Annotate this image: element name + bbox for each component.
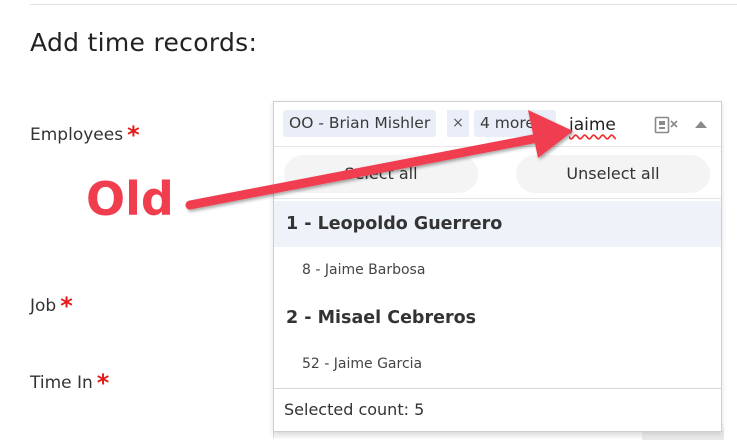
page-title: Add time records: (30, 28, 258, 57)
annotation-old-label: Old (86, 172, 174, 226)
job-label-text: Job (30, 296, 57, 316)
chip-remove-button[interactable]: × (446, 110, 469, 137)
employees-multiselect[interactable]: OO - Brian Mishler × 4 more... jaime Sel… (273, 101, 722, 432)
employees-label-text: Employees (30, 125, 124, 145)
multiselect-input[interactable]: OO - Brian Mishler × 4 more... jaime (274, 102, 721, 147)
top-divider (30, 4, 737, 5)
clear-selection-icon[interactable] (654, 116, 680, 134)
selected-chip[interactable]: OO - Brian Mishler (283, 110, 437, 137)
employees-label: Employees * (30, 118, 140, 149)
required-asterisk: * (96, 369, 110, 397)
job-label: Job * (30, 289, 73, 320)
more-chips-badge[interactable]: 4 more... (474, 110, 556, 137)
multiselect-footer: Selected count: 5 (274, 388, 721, 431)
time-in-label: Time In * (30, 366, 110, 397)
option-item[interactable]: 52 - Jaime Garcia (274, 341, 721, 387)
time-in-label-text: Time In (30, 373, 93, 393)
required-asterisk: * (60, 292, 73, 320)
required-asterisk: * (127, 121, 140, 149)
option-item[interactable]: 8 - Jaime Barbosa (274, 247, 721, 293)
selected-count: Selected count: 5 (284, 400, 425, 419)
option-group[interactable]: 2 - Misael Cebreros (274, 295, 721, 341)
unselect-all-button[interactable]: Unselect all (516, 155, 710, 193)
list-divider (274, 198, 721, 199)
search-input[interactable]: jaime (569, 115, 616, 135)
select-all-button[interactable]: Select all (284, 155, 478, 193)
option-group[interactable]: 1 - Leopoldo Guerrero (274, 201, 721, 247)
caret-up-icon[interactable] (695, 121, 707, 128)
